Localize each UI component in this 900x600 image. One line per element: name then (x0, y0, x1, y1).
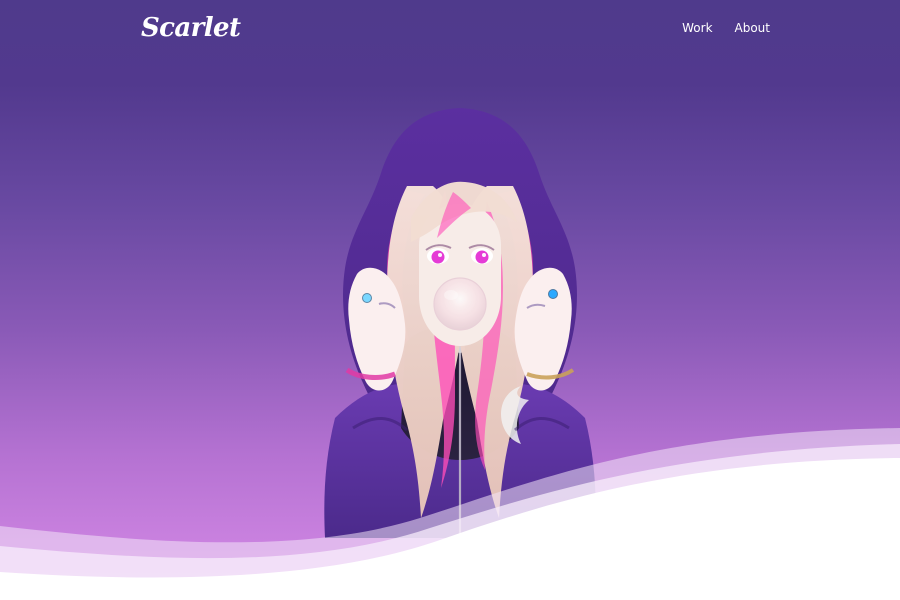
nav-link-about[interactable]: About (735, 19, 770, 37)
main-nav: Work About (682, 19, 770, 37)
site-header: Scarlet Work About (0, 0, 900, 60)
nav-link-work[interactable]: Work (682, 19, 712, 37)
hero-wave-divider (0, 400, 900, 600)
wave-shape (0, 428, 900, 600)
landing-page: Scarlet Work About (0, 0, 900, 600)
brand-logo-link[interactable]: Scarlet (141, 10, 241, 46)
